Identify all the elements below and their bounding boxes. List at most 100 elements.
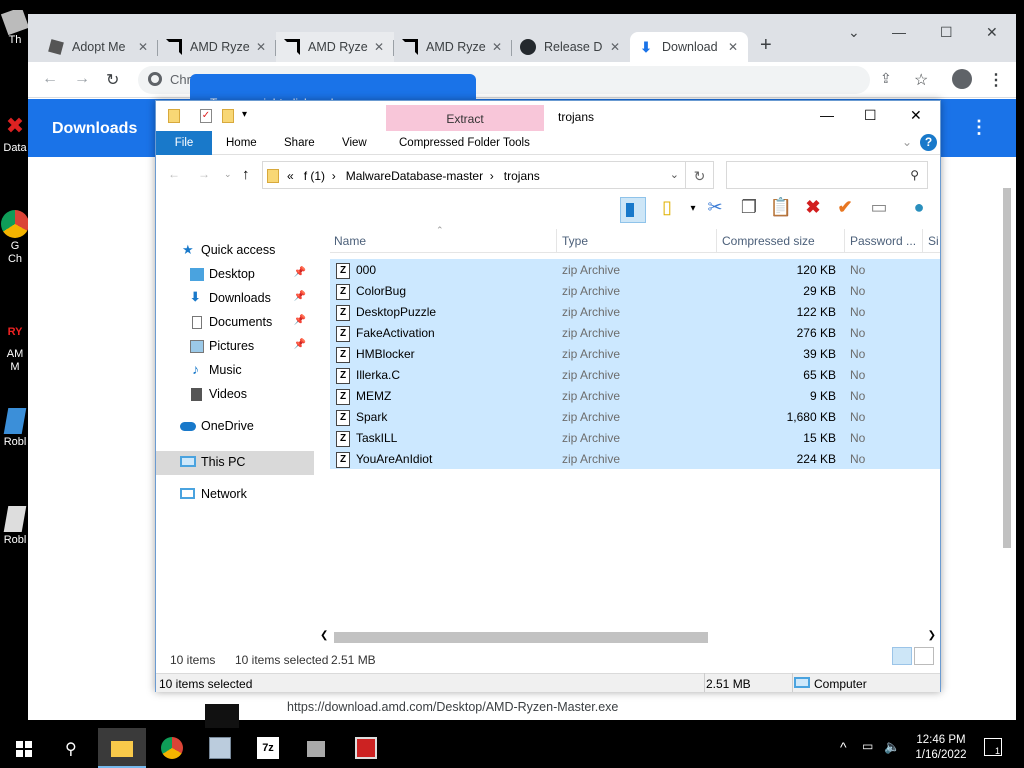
tab-amd-2[interactable]: AMD Ryze ✕ xyxy=(276,32,394,62)
scroll-right-icon[interactable]: ❯ xyxy=(928,630,936,641)
nav-documents[interactable]: Documents 📌 xyxy=(156,311,314,335)
column-size[interactable]: Si xyxy=(928,234,940,248)
breadcrumb-overflow[interactable]: « xyxy=(287,169,294,183)
menu-icon[interactable]: ⋮ xyxy=(988,70,1004,90)
nav-pictures[interactable]: Pictures 📌 xyxy=(156,335,314,359)
desktop-icon-5[interactable]: Robl xyxy=(0,408,30,448)
nav-quick-access[interactable]: ★ Quick access xyxy=(156,239,314,263)
downloads-menu-icon[interactable]: ⋮ xyxy=(970,117,988,138)
close-icon[interactable]: ✕ xyxy=(492,40,502,54)
desktop-icon-4[interactable]: RY AM M xyxy=(0,318,30,374)
reload-button[interactable]: ↻ xyxy=(106,70,119,90)
file-row[interactable]: Z FakeActivation zip Archive 276 KB No xyxy=(330,322,940,343)
recent-locations-chevron-icon[interactable]: ⌄ xyxy=(224,169,232,180)
search-input[interactable]: ⚲ xyxy=(726,161,928,189)
breadcrumb-f1[interactable]: f (1) xyxy=(304,169,325,183)
nav-music[interactable]: ♪ Music xyxy=(156,359,314,383)
taskbar-app-1[interactable] xyxy=(196,728,244,768)
tab-adopt-me[interactable]: Adopt Me ✕ xyxy=(40,32,158,62)
tab-compressed-folder-tools[interactable]: Compressed Folder Tools xyxy=(399,131,530,155)
taskbar-7zip[interactable]: 7z xyxy=(244,728,292,768)
tab-view[interactable]: View xyxy=(342,131,367,155)
tab-share[interactable]: Share xyxy=(284,131,315,155)
tab-amd-3[interactable]: AMD Ryze ✕ xyxy=(394,32,512,62)
nav-downloads[interactable]: ⬇ Downloads 📌 xyxy=(156,287,314,311)
forward-button[interactable]: → xyxy=(74,70,90,88)
globe-icon[interactable]: ● xyxy=(906,197,932,223)
ribbon-expand-chevron-icon[interactable]: ⌄ xyxy=(902,135,912,149)
close-icon[interactable]: ✕ xyxy=(728,40,738,54)
tab-home[interactable]: Home xyxy=(226,131,257,155)
file-row[interactable]: Z DesktopPuzzle zip Archive 122 KB No xyxy=(330,301,940,322)
desktop-icon-6[interactable]: Robl xyxy=(0,506,30,546)
tab-file[interactable]: File xyxy=(156,131,212,155)
file-row[interactable]: Z Illerka.C zip Archive 65 KB No xyxy=(330,364,940,385)
back-button[interactable]: ← xyxy=(168,167,180,181)
nav-this-pc[interactable]: This PC xyxy=(156,451,314,475)
scroll-left-icon[interactable]: ❮ xyxy=(320,630,328,641)
show-hidden-icons-chevron-icon[interactable]: ^ xyxy=(840,739,847,755)
profile-avatar[interactable] xyxy=(952,69,972,89)
new-tab-button[interactable]: + xyxy=(760,34,772,57)
nav-onedrive[interactable]: OneDrive xyxy=(156,415,314,439)
tab-downloads[interactable]: ⬇ Download ✕ xyxy=(630,32,748,62)
file-row[interactable]: Z TaskILL zip Archive 15 KB No xyxy=(330,427,940,448)
cut-icon[interactable]: ✂ xyxy=(702,197,728,223)
taskbar-app-3[interactable] xyxy=(342,728,390,768)
tab-search-chevron-icon[interactable]: ⌄ xyxy=(848,24,860,41)
nav-videos[interactable]: Videos xyxy=(156,383,314,407)
customize-toolbar-chevron-icon[interactable]: ▾ xyxy=(242,109,247,120)
new-folder-icon[interactable] xyxy=(222,109,234,123)
nav-network[interactable]: Network xyxy=(156,483,314,507)
copy-icon[interactable]: ❐ xyxy=(736,197,762,223)
close-button[interactable]: ✕ xyxy=(986,24,998,41)
up-button[interactable]: ↑ xyxy=(242,166,250,183)
taskbar-file-explorer[interactable] xyxy=(98,728,146,768)
back-button[interactable]: ← xyxy=(42,70,58,88)
file-row[interactable]: Z YouAreAnIdiot zip Archive 224 KB No xyxy=(330,448,940,469)
large-icons-view-button[interactable] xyxy=(914,647,934,665)
help-icon[interactable]: ? xyxy=(920,134,937,151)
maximize-button[interactable]: ☐ xyxy=(940,24,953,41)
close-button[interactable]: ✕ xyxy=(910,107,922,124)
network-tray-icon[interactable]: ▭ xyxy=(862,739,873,753)
column-compressed-size[interactable]: Compressed size xyxy=(722,234,815,248)
column-type[interactable]: Type xyxy=(562,234,588,248)
properties-icon[interactable]: ▭ xyxy=(866,197,892,223)
file-row[interactable]: Z 000 zip Archive 120 KB No xyxy=(330,259,940,280)
breadcrumb-trojans[interactable]: trojans xyxy=(504,169,540,183)
horizontal-scrollbar[interactable]: ❮ ❯ xyxy=(318,629,940,646)
system-clock[interactable]: 12:46 PM 1/16/2022 xyxy=(906,733,976,763)
address-dropdown-chevron-icon[interactable]: ⌄ xyxy=(670,168,679,181)
close-icon[interactable]: ✕ xyxy=(610,40,620,54)
volume-icon[interactable]: 🔈 xyxy=(884,739,900,755)
share-icon[interactable]: ⇪ xyxy=(880,70,892,87)
desktop-icon-3[interactable]: G Ch xyxy=(0,210,30,266)
delete-icon[interactable]: ✖ xyxy=(800,197,826,223)
file-row[interactable]: Z ColorBug zip Archive 29 KB No xyxy=(330,280,940,301)
details-view-button[interactable] xyxy=(892,647,912,665)
minimize-button[interactable]: — xyxy=(820,107,834,123)
desktop-icon-1[interactable]: Th xyxy=(0,10,30,46)
check-icon[interactable]: ✔ xyxy=(832,197,858,223)
forward-button[interactable]: → xyxy=(198,167,210,181)
notification-center-icon[interactable]: 1 xyxy=(984,738,1002,756)
file-row[interactable]: Z MEMZ zip Archive 9 KB No xyxy=(330,385,940,406)
bookmark-star-icon[interactable]: ☆ xyxy=(914,70,928,90)
close-icon[interactable]: ✕ xyxy=(138,40,148,54)
file-row[interactable]: Z Spark zip Archive 1,680 KB No xyxy=(330,406,940,427)
tab-release[interactable]: Release D ✕ xyxy=(512,32,630,62)
download-url[interactable]: https://download.amd.com/Desktop/AMD-Ryz… xyxy=(287,700,618,714)
column-password[interactable]: Password ... xyxy=(850,234,916,248)
maximize-button[interactable]: ☐ xyxy=(864,107,877,124)
preview-pane-icon[interactable] xyxy=(620,197,646,223)
tab-amd-1[interactable]: AMD Ryze ✕ xyxy=(158,32,276,62)
taskbar-app-2[interactable] xyxy=(294,728,342,768)
folder-new-icon[interactable]: ▯ xyxy=(654,197,680,223)
close-icon[interactable]: ✕ xyxy=(256,40,266,54)
paste-icon[interactable]: 📋 xyxy=(768,197,794,223)
search-button[interactable]: ⚲ xyxy=(48,728,96,768)
refresh-button[interactable]: ↻ xyxy=(686,161,714,189)
desktop-icon-2[interactable]: ✖ Data xyxy=(0,112,30,154)
start-button[interactable] xyxy=(0,728,48,768)
